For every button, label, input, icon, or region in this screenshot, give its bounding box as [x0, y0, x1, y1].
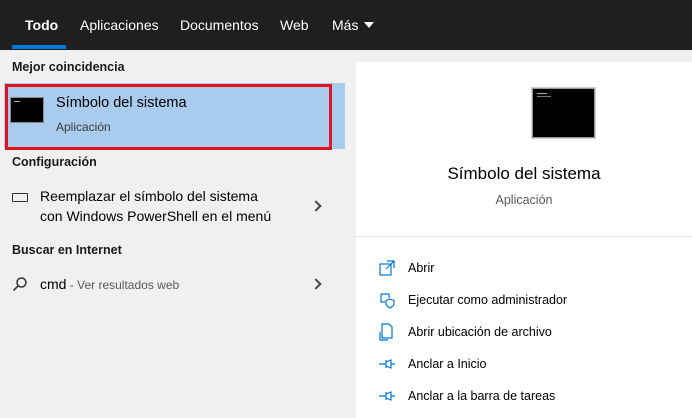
web-search-header: Buscar en Internet [12, 243, 122, 257]
settings-item-line1: Reemplazar el símbolo del sistema [40, 188, 258, 204]
preview-subtitle: Aplicación [495, 193, 553, 207]
action-label: Anclar a la barra de tareas [408, 389, 556, 403]
open-icon [379, 260, 395, 276]
pin-taskbar-icon [379, 391, 395, 401]
action-label: Anclar a Inicio [408, 357, 487, 371]
search-tab-bar: Todo Aplicaciones Documentos Web Más [0, 0, 692, 50]
best-match-header: Mejor coincidencia [12, 60, 125, 74]
shield-icon [380, 293, 395, 309]
tab-label: Documentos [180, 17, 259, 33]
action-pin-to-start[interactable]: Anclar a Inicio [378, 353, 678, 375]
web-search-suffix: - Ver resultados web [66, 278, 180, 292]
web-search-query: cmd [40, 276, 67, 292]
action-label: Abrir [408, 261, 435, 275]
settings-item[interactable]: Reemplazar el símbolo del sistema con Wi… [0, 180, 345, 230]
chevron-right-icon [310, 200, 322, 212]
divider [356, 236, 692, 237]
search-icon [12, 277, 27, 292]
cmd-large-icon [532, 88, 595, 138]
action-label: Ejecutar como administrador [408, 293, 568, 307]
settings-header: Configuración [12, 155, 97, 169]
action-run-as-admin[interactable]: Ejecutar como administrador [378, 289, 678, 311]
tab-web[interactable]: Web [280, 0, 309, 50]
tab-todo[interactable]: Todo [25, 0, 58, 50]
cmd-icon [10, 97, 44, 123]
keyboard-icon [12, 193, 28, 202]
tab-label: Aplicaciones [80, 17, 159, 33]
best-match-item[interactable] [4, 83, 345, 149]
web-search-text: cmd - Ver resultados web [40, 274, 179, 295]
tab-aplicaciones[interactable]: Aplicaciones [80, 0, 159, 50]
results-panel: Mejor coincidencia Símbolo del sistema A… [0, 50, 345, 418]
action-pin-to-taskbar[interactable]: Anclar a la barra de tareas [378, 385, 678, 407]
active-tab-indicator [12, 45, 66, 49]
action-label: Abrir ubicación de archivo [408, 325, 552, 339]
action-open-file-location[interactable]: Abrir ubicación de archivo [378, 321, 678, 343]
preview-panel: Símbolo del sistema Aplicación Abrir Eje… [356, 62, 692, 418]
tab-mas[interactable]: Más [332, 0, 375, 50]
web-search-item[interactable]: cmd - Ver resultados web [0, 268, 345, 300]
chevron-right-icon [310, 278, 322, 290]
action-abrir[interactable]: Abrir [378, 257, 678, 279]
tab-label: Todo [25, 17, 59, 33]
best-match-subtitle: Aplicación [56, 120, 111, 134]
caret-down-icon [364, 22, 375, 28]
tab-label: Más [332, 17, 359, 33]
tab-documentos[interactable]: Documentos [180, 0, 259, 50]
file-location-icon [379, 323, 393, 341]
preview-title: Símbolo del sistema [447, 164, 601, 183]
pin-icon [379, 359, 395, 369]
best-match-title: Símbolo del sistema [56, 95, 187, 111]
tab-label: Web [280, 17, 309, 33]
settings-item-line2: con Windows PowerShell en el menú [40, 208, 272, 224]
